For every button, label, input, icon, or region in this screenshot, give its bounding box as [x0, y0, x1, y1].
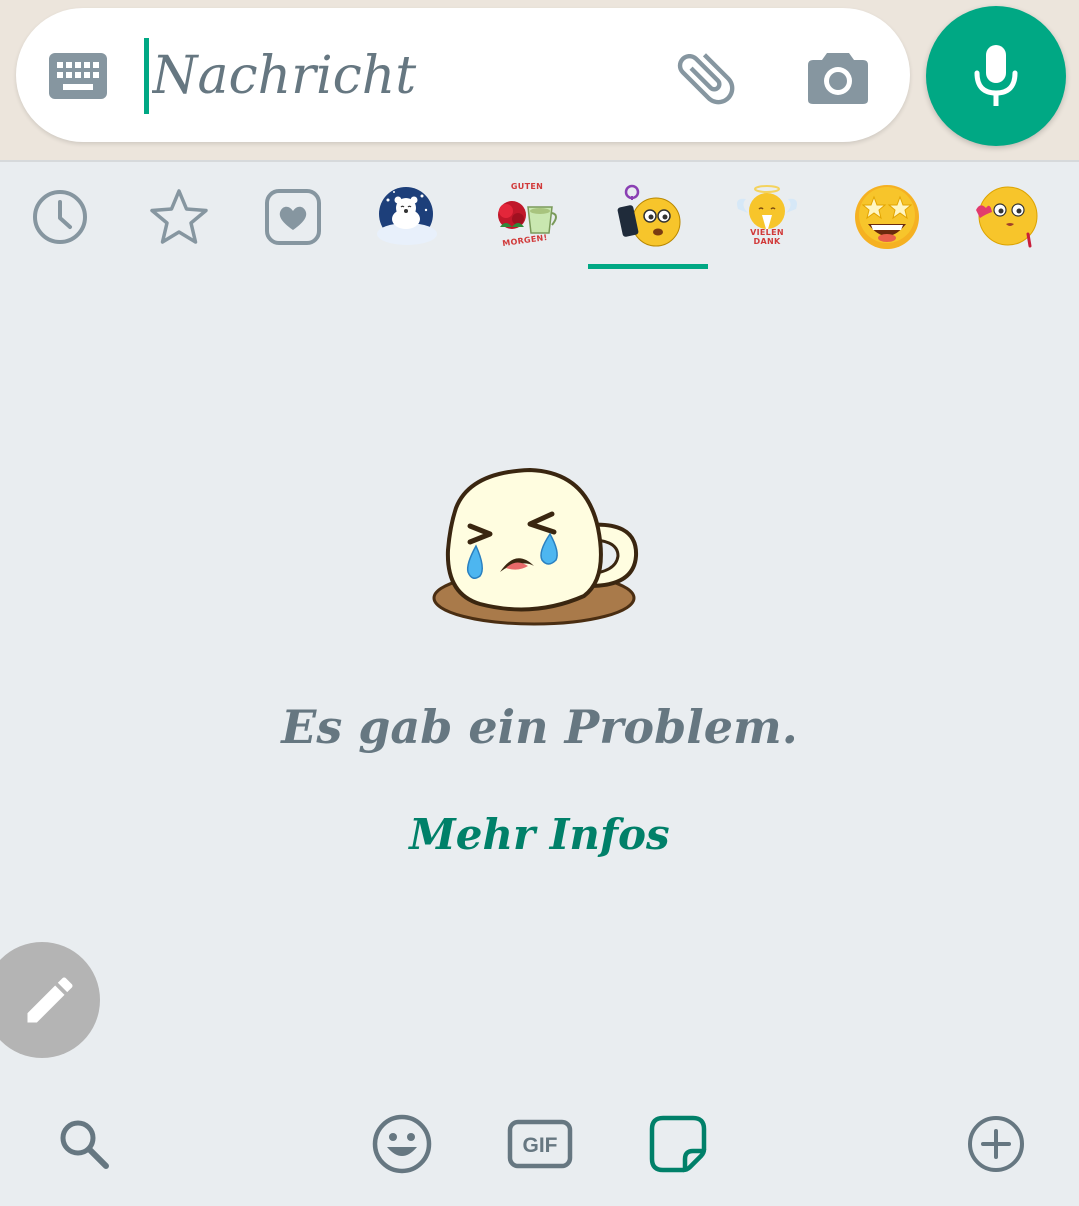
emoji-icon	[372, 1114, 432, 1174]
gif-label: GIF	[523, 1134, 558, 1157]
more-info-link[interactable]: Mehr Infos	[409, 810, 669, 859]
star-icon	[150, 189, 208, 244]
emoji-tab-button[interactable]	[362, 1104, 442, 1184]
microphone-button[interactable]	[926, 6, 1066, 146]
pencil-icon	[27, 977, 73, 1023]
sticker-label-top: GUTEN	[510, 182, 544, 191]
search-button[interactable]	[44, 1104, 124, 1184]
create-sticker-button[interactable]	[0, 942, 100, 1058]
heart-icon	[265, 189, 321, 245]
tab-recent[interactable]	[1, 170, 119, 264]
sticker-label-bottom: DANK	[753, 237, 781, 246]
tab-polar-bear-pack[interactable]	[348, 170, 466, 264]
clock-icon	[33, 190, 87, 244]
coffee-roses-sticker: GUTEN MORGEN!	[492, 183, 562, 251]
spilled-cup-sticker	[432, 468, 639, 626]
star-eyes-emoji-sticker	[855, 185, 919, 249]
error-message: Es gab ein Problem.	[281, 700, 798, 754]
gif-icon: GIF	[507, 1119, 573, 1169]
tab-emoji-phone-pack[interactable]	[588, 170, 706, 264]
polar-bear-sticker	[377, 187, 437, 245]
sticker-label-top: VIELEN	[750, 228, 784, 237]
more-info-link-row: Mehr Infos	[0, 810, 1079, 859]
composer-area	[0, 0, 1079, 162]
tab-guten-morgen-pack[interactable]: GUTEN MORGEN!	[468, 170, 586, 264]
bottom-navigation: GIF	[0, 1090, 1079, 1200]
add-button[interactable]	[956, 1104, 1036, 1184]
kissing-emoji-sticker	[976, 186, 1038, 248]
gif-tab-button[interactable]: GIF	[500, 1104, 580, 1184]
search-icon	[60, 1120, 109, 1169]
paperclip-icon[interactable]	[668, 42, 744, 114]
keyboard-icon[interactable]	[48, 48, 108, 104]
tab-heart-pack[interactable]	[234, 170, 352, 264]
microphone-icon	[974, 45, 1018, 106]
sticker-pack-tabs: GUTEN MORGEN! VIELEN DANK	[0, 162, 1079, 274]
message-input[interactable]	[152, 36, 652, 116]
sticker-icon	[649, 1115, 707, 1173]
text-cursor	[144, 38, 149, 114]
tab-star-eyes-pack[interactable]	[828, 170, 946, 264]
camera-icon[interactable]	[800, 44, 876, 110]
tab-favorites[interactable]	[120, 170, 238, 264]
tab-vielen-dank-pack[interactable]: VIELEN DANK	[708, 170, 826, 264]
tab-kiss-pack[interactable]	[948, 170, 1066, 264]
emoji-phone-sticker	[617, 184, 681, 247]
tab-selected-indicator	[588, 264, 708, 269]
angel-emoji-sticker: VIELEN DANK	[732, 183, 802, 251]
sticker-tab-button[interactable]	[638, 1104, 718, 1184]
add-icon	[968, 1116, 1024, 1172]
message-input-bar	[16, 8, 910, 142]
